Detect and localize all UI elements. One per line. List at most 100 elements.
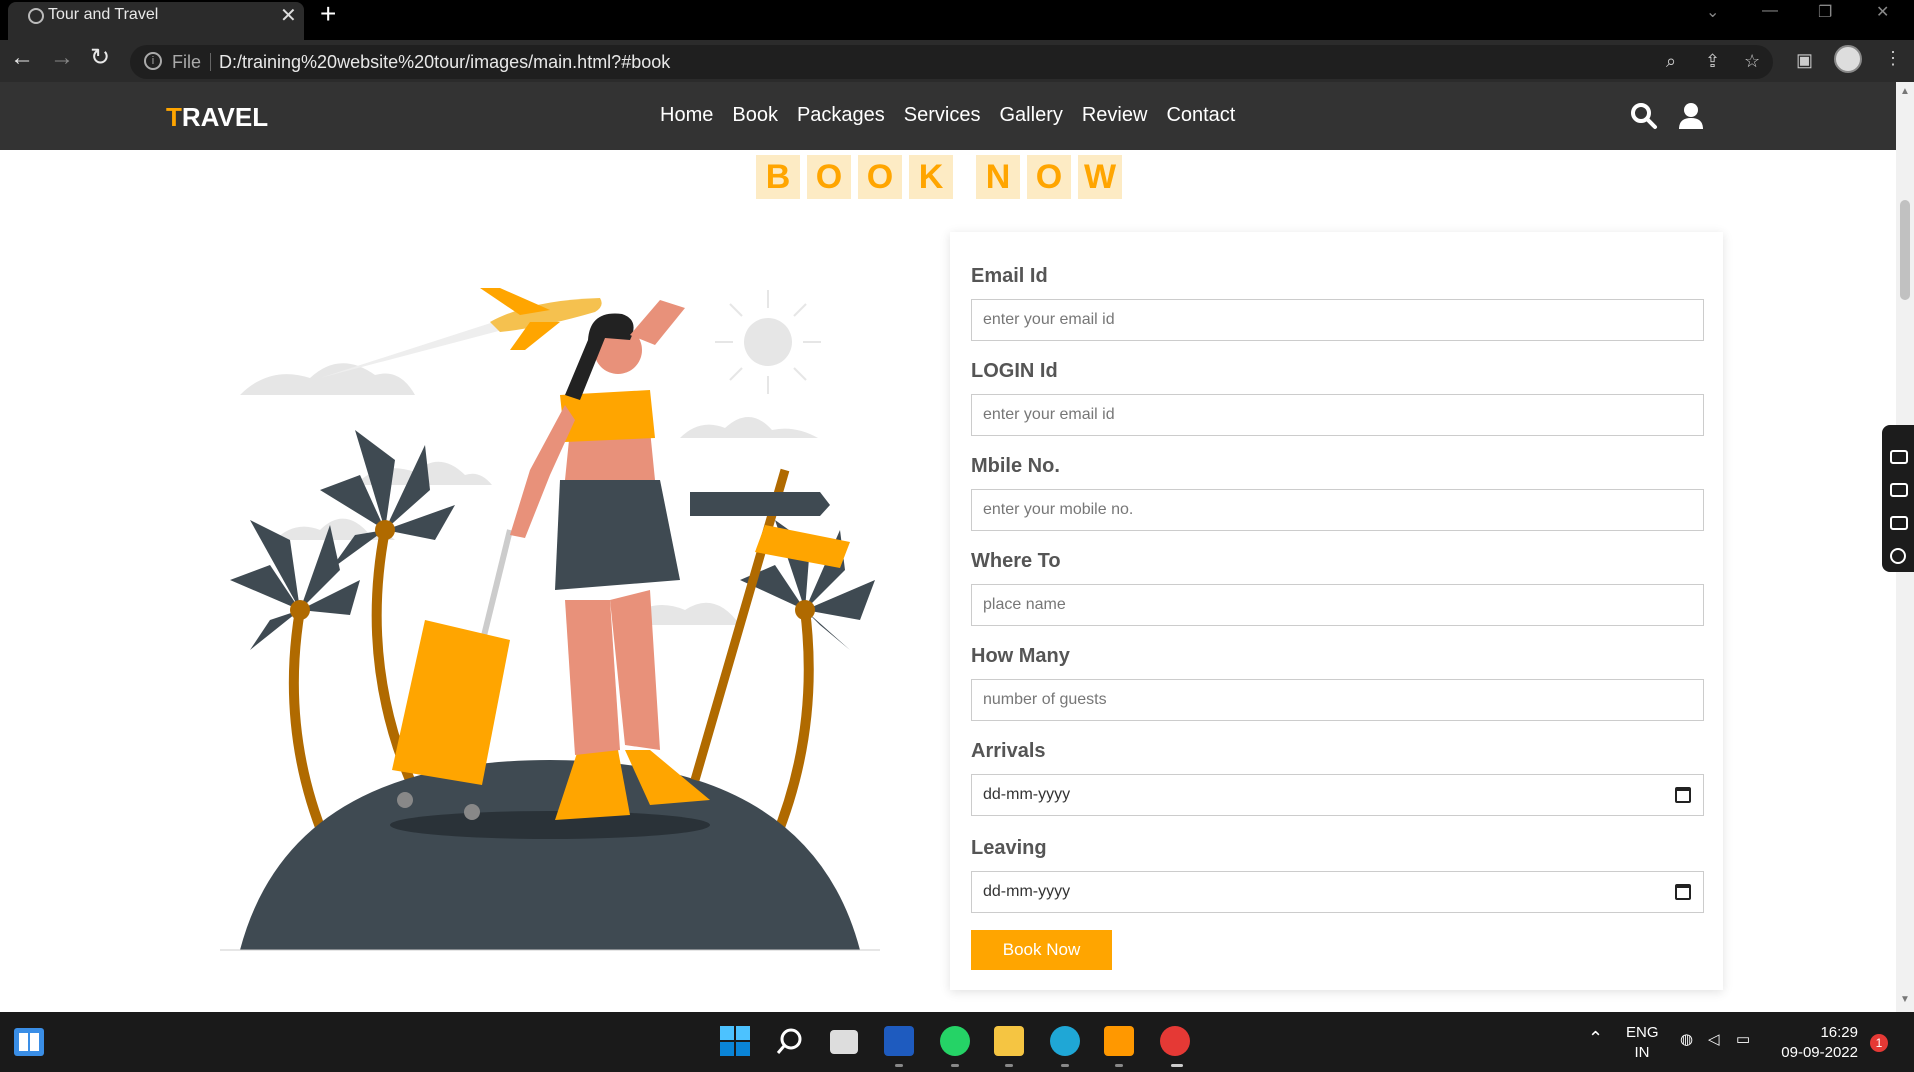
reload-icon[interactable]: ↻ — [90, 46, 110, 70]
start-icon[interactable] — [14, 1028, 44, 1056]
guests-field[interactable]: number of guests — [971, 679, 1704, 721]
nav-services[interactable]: Services — [904, 104, 981, 127]
edge-icon[interactable] — [1050, 1026, 1080, 1056]
browser-tab[interactable]: Tour and Travel ✕ — [8, 2, 304, 40]
gear-icon[interactable] — [1890, 548, 1906, 564]
scroll-up-icon[interactable]: ▲ — [1900, 86, 1910, 97]
mobile-label: Mbile No. — [971, 455, 1060, 477]
language-line1[interactable]: ENG — [1626, 1024, 1659, 1041]
main-nav: Home Book Packages Services Gallery Revi… — [660, 104, 1254, 127]
where-placeholder: place name — [983, 596, 1066, 613]
close-tab-icon[interactable]: ✕ — [280, 3, 297, 28]
calendar-icon[interactable] — [1675, 787, 1691, 803]
scroll-down-icon[interactable]: ▼ — [1900, 994, 1910, 1005]
user-icon[interactable] — [1678, 102, 1704, 130]
arrivals-date-field[interactable]: dd-mm-yyyy — [971, 774, 1704, 816]
notification-badge[interactable]: 1 — [1870, 1034, 1888, 1052]
running-indicator — [895, 1064, 903, 1067]
url-text[interactable]: D:/training%20website%20tour/images/main… — [219, 52, 670, 73]
nav-book[interactable]: Book — [732, 104, 778, 127]
globe-shape — [240, 760, 860, 950]
leaving-label: Leaving — [971, 837, 1047, 859]
guests-placeholder: number of guests — [983, 691, 1107, 708]
title-letter: O — [807, 155, 851, 199]
clock-time[interactable]: 16:29 — [1772, 1024, 1858, 1041]
back-icon[interactable]: ← — [10, 46, 34, 70]
running-indicator — [1005, 1064, 1013, 1067]
task-view-icon[interactable] — [830, 1030, 858, 1054]
title-letter: O — [1027, 155, 1071, 199]
nav-review[interactable]: Review — [1082, 104, 1148, 127]
calendar-icon[interactable] — [1675, 884, 1691, 900]
address-bar[interactable]: i File D:/training%20website%20tour/imag… — [130, 45, 1773, 79]
leaving-date-field[interactable]: dd-mm-yyyy — [971, 871, 1704, 913]
language-line2[interactable]: IN — [1626, 1044, 1658, 1061]
capture-widget — [1882, 425, 1914, 572]
menu-kebab-icon[interactable]: ⋮ — [1884, 48, 1902, 69]
plane-shape — [480, 288, 602, 350]
zoom-icon[interactable]: ⌕ — [1666, 51, 1676, 72]
clock-date[interactable]: 09-09-2022 — [1772, 1044, 1858, 1061]
restore-icon[interactable]: ❐ — [1818, 2, 1832, 22]
sun-shape — [744, 318, 792, 366]
title-letter: N — [976, 155, 1020, 199]
camera-icon[interactable] — [1890, 450, 1908, 464]
globe-icon — [28, 8, 44, 24]
howmany-label: How Many — [971, 645, 1070, 667]
where-field[interactable]: place name — [971, 584, 1704, 626]
email-field[interactable]: enter your email id — [971, 299, 1704, 341]
battery-icon[interactable]: ▭ — [1736, 1030, 1750, 1048]
title-letter: B — [756, 155, 800, 199]
login-label: LOGIN Id — [971, 360, 1058, 382]
close-window-icon[interactable]: ✕ — [1876, 2, 1889, 22]
network-icon[interactable]: ◍ — [1680, 1030, 1693, 1048]
mobile-placeholder: enter your mobile no. — [983, 501, 1134, 518]
gallery-icon[interactable] — [1890, 516, 1908, 530]
nav-home[interactable]: Home — [660, 104, 713, 127]
where-label: Where To — [971, 550, 1061, 572]
divider — [210, 53, 211, 71]
book-now-button[interactable]: Book Now — [971, 930, 1112, 970]
email-label: Email Id — [971, 265, 1048, 287]
scheme-label: File — [172, 52, 202, 72]
title-letter: W — [1078, 155, 1122, 199]
sublime-text-icon[interactable] — [1104, 1026, 1134, 1056]
info-icon[interactable]: i — [144, 52, 162, 70]
running-indicator — [951, 1064, 959, 1067]
section-title: B O O K N O W — [756, 155, 1129, 199]
search-icon[interactable] — [1630, 102, 1658, 130]
nav-contact[interactable]: Contact — [1166, 104, 1235, 127]
taskbar-search-icon[interactable] — [776, 1027, 804, 1055]
tab-title: Tour and Travel — [48, 6, 159, 23]
volume-icon[interactable]: ◁ — [1708, 1030, 1720, 1048]
bookmark-star-icon[interactable]: ☆ — [1744, 51, 1760, 72]
file-explorer-icon[interactable] — [994, 1026, 1024, 1056]
scroll-thumb[interactable] — [1900, 200, 1910, 300]
whatsapp-icon[interactable] — [940, 1026, 970, 1056]
login-field[interactable]: enter your email id — [971, 394, 1704, 436]
leaving-date-value: dd-mm-yyyy — [983, 883, 1071, 900]
word-icon[interactable] — [884, 1026, 914, 1056]
email-placeholder: enter your email id — [983, 311, 1115, 328]
traveler-woman — [510, 300, 710, 820]
windows-logo-icon[interactable] — [720, 1026, 750, 1056]
site-logo[interactable]: TRAVEL — [166, 102, 268, 133]
profile-avatar[interactable] — [1834, 45, 1862, 73]
nav-gallery[interactable]: Gallery — [1000, 104, 1063, 127]
tray-chevron-icon[interactable]: ⌃ — [1588, 1028, 1603, 1049]
forward-icon[interactable]: → — [50, 46, 74, 70]
nav-packages[interactable]: Packages — [797, 104, 885, 127]
side-panel-icon[interactable]: ▣ — [1796, 50, 1813, 71]
running-indicator — [1171, 1064, 1183, 1067]
title-letter: K — [909, 155, 953, 199]
video-icon[interactable] — [1890, 483, 1908, 497]
browser-tab-bar: Tour and Travel ✕ + ⌄ — ❐ ✕ — [0, 0, 1914, 40]
mobile-field[interactable]: enter your mobile no. — [971, 489, 1704, 531]
new-tab-button[interactable]: + — [320, 0, 336, 28]
site-header: TRAVEL Home Book Packages Services Galle… — [0, 82, 1896, 150]
tab-search-icon[interactable]: ⌄ — [1706, 2, 1719, 22]
chrome-icon[interactable] — [1160, 1026, 1190, 1056]
login-placeholder: enter your email id — [983, 406, 1115, 423]
minimize-icon[interactable]: — — [1762, 2, 1778, 20]
share-icon[interactable]: ⇪ — [1705, 51, 1720, 72]
